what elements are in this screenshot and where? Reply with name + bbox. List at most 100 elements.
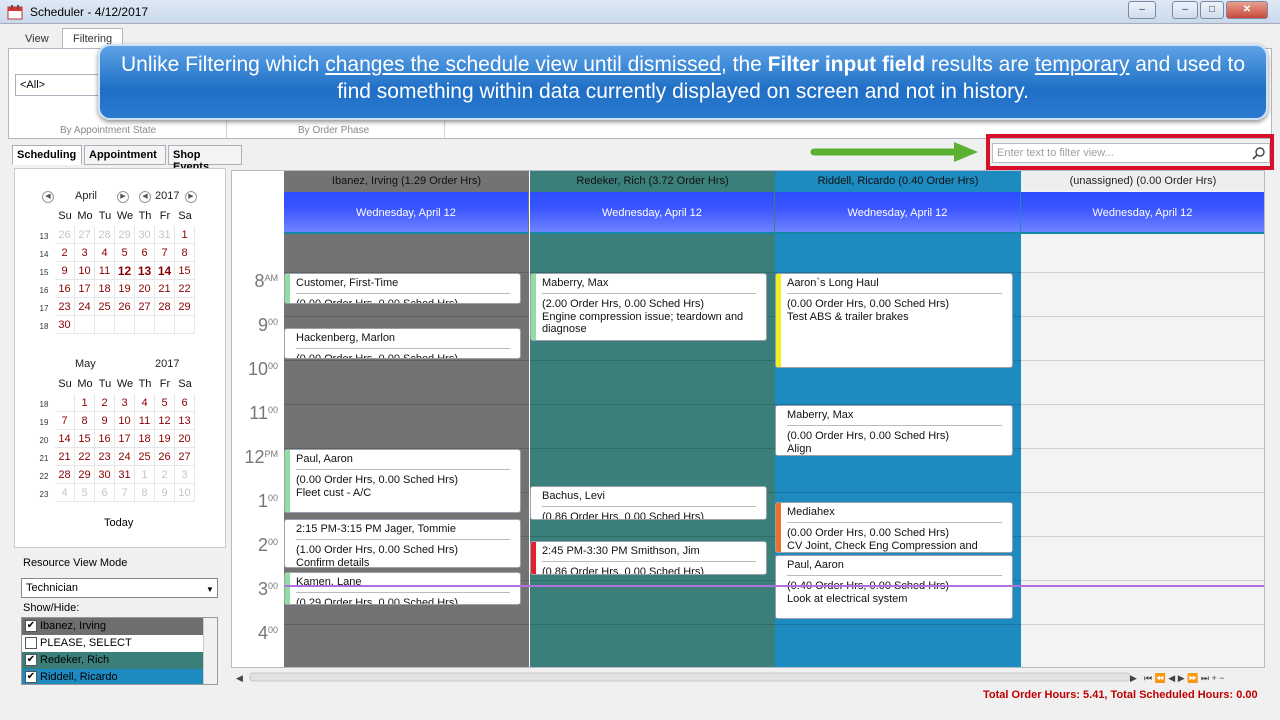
appointment-card[interactable]: Maberry, Max (2.00 Order Hrs, 0.00 Sched … xyxy=(530,273,767,342)
calendar-day[interactable]: 5 xyxy=(75,484,95,502)
checkbox[interactable] xyxy=(25,637,37,649)
appointment-card[interactable]: Mediahex (0.00 Order Hrs, 0.00 Sched Hrs)… xyxy=(775,501,1013,553)
calendar-day[interactable] xyxy=(135,316,155,334)
restore-button[interactable]: □ xyxy=(1200,1,1224,19)
calendar-day[interactable]: 20 xyxy=(135,280,155,298)
checkbox[interactable]: ✔ xyxy=(25,654,37,666)
resource-column[interactable]: (unassigned) (0.00 Order Hrs) Wednesday, … xyxy=(1021,171,1264,667)
calendar-day[interactable]: 30 xyxy=(135,226,155,244)
calendar-day[interactable]: 9 xyxy=(155,484,175,502)
next-year-button[interactable]: ▶ xyxy=(185,191,197,203)
tab-shop-events[interactable]: Shop Events xyxy=(168,145,242,173)
calendar-day[interactable]: 23 xyxy=(95,448,115,466)
tab-scheduling[interactable]: Scheduling xyxy=(12,145,82,165)
calendar-day[interactable]: 15 xyxy=(75,430,95,448)
calendar-day[interactable]: 14 xyxy=(55,430,75,448)
calendar-day[interactable]: 7 xyxy=(115,484,135,502)
appointment-card[interactable]: 2:15 PM-3:15 PM Jager, Tommie (1.00 Order… xyxy=(284,519,521,568)
appointment-card[interactable]: Bachus, Levi (0.86 Order Hrs, 0.00 Sched … xyxy=(530,486,767,520)
calendar-day[interactable]: 2 xyxy=(95,394,115,412)
calendar-day[interactable]: 10 xyxy=(175,484,195,502)
calendar-day[interactable]: 9 xyxy=(55,262,75,280)
calendar-day[interactable]: 21 xyxy=(155,280,175,298)
calendar-day[interactable] xyxy=(55,394,75,412)
calendar-day[interactable]: 27 xyxy=(135,298,155,316)
calendar-day[interactable]: 7 xyxy=(55,412,75,430)
calendar-day[interactable]: 4 xyxy=(55,484,75,502)
calendar-day[interactable]: 21 xyxy=(55,448,75,466)
calendar-day[interactable]: 6 xyxy=(135,244,155,262)
calendar-day[interactable]: 26 xyxy=(155,448,175,466)
appointment-card[interactable]: Paul, Aaron (0.00 Order Hrs, 0.00 Sched H… xyxy=(284,449,521,513)
calendar-day[interactable]: 16 xyxy=(95,430,115,448)
showhide-item[interactable]: PLEASE, SELECT xyxy=(22,635,203,652)
calendar-day[interactable]: 1 xyxy=(175,226,195,244)
appointment-card[interactable]: Maberry, Max (0.00 Order Hrs, 0.00 Sched … xyxy=(775,405,1013,456)
calendar-day[interactable] xyxy=(75,316,95,334)
close-button[interactable]: ✕ xyxy=(1226,1,1268,19)
calendar-day[interactable]: 12 xyxy=(155,412,175,430)
calendar-day[interactable]: 1 xyxy=(75,394,95,412)
filter-combo[interactable]: <All> xyxy=(15,74,105,96)
horizontal-scrollbar[interactable]: ◀ ▶ ⏮ ⏪ ◀ ▶ ⏩ ⏭ + − xyxy=(232,670,1264,684)
appointment-card[interactable]: Aaron`s Long Haul (0.00 Order Hrs, 0.00 S… xyxy=(775,273,1013,368)
calendar-day[interactable]: 28 xyxy=(55,466,75,484)
calendar-day[interactable]: 4 xyxy=(95,244,115,262)
calendar-day[interactable]: 29 xyxy=(175,298,195,316)
showhide-list[interactable]: ✔ Ibanez, Irving PLEASE, SELECT ✔ Redeker, R… xyxy=(21,617,218,685)
calendar-day[interactable]: 6 xyxy=(95,484,115,502)
filter-input[interactable] xyxy=(992,143,1270,163)
calendar-day[interactable]: 20 xyxy=(175,430,195,448)
calendar-day[interactable]: 11 xyxy=(95,262,115,280)
appointment-card[interactable]: Customer, First-Time (0.00 Order Hrs, 0.0… xyxy=(284,273,521,304)
calendar-day[interactable]: 23 xyxy=(55,298,75,316)
calendar-day[interactable]: 25 xyxy=(135,448,155,466)
appointment-card[interactable]: Hackenberg, Marlon (0.00 Order Hrs, 0.00 … xyxy=(284,328,521,359)
calendar-day[interactable]: 3 xyxy=(115,394,135,412)
calendar-day[interactable]: 17 xyxy=(115,430,135,448)
calendar-day[interactable]: 6 xyxy=(175,394,195,412)
calendar-day[interactable]: 26 xyxy=(55,226,75,244)
calendar-day[interactable]: 30 xyxy=(95,466,115,484)
calendar-day[interactable]: 27 xyxy=(175,448,195,466)
resource-view-mode-select[interactable]: Technician xyxy=(21,578,218,598)
calendar-day[interactable]: 9 xyxy=(95,412,115,430)
calendar-day[interactable]: 19 xyxy=(155,430,175,448)
today-button[interactable]: Today xyxy=(104,517,133,529)
minimize-app-button[interactable]: – xyxy=(1172,1,1198,19)
calendar-day[interactable]: 3 xyxy=(75,244,95,262)
calendar-day[interactable]: 4 xyxy=(135,394,155,412)
calendar-day[interactable]: 10 xyxy=(75,262,95,280)
resource-column[interactable]: Redeker, Rich (3.72 Order Hrs) Wednesday,… xyxy=(530,171,775,667)
showhide-item[interactable]: ✔ Ibanez, Irving xyxy=(22,618,203,635)
calendar-day[interactable]: 25 xyxy=(95,298,115,316)
prev-year-button[interactable]: ◀ xyxy=(139,191,151,203)
calendar-day[interactable]: 13 xyxy=(135,262,155,280)
calendar-day[interactable]: 26 xyxy=(115,298,135,316)
calendar-day[interactable]: 12 xyxy=(115,262,135,280)
calendar-day[interactable]: 18 xyxy=(135,430,155,448)
calendar-day[interactable]: 24 xyxy=(75,298,95,316)
calendar-day[interactable] xyxy=(155,316,175,334)
minimize-button[interactable]: – xyxy=(1128,1,1156,19)
prev-month-button[interactable]: ◀ xyxy=(42,191,54,203)
calendar-day[interactable]: 31 xyxy=(115,466,135,484)
checkbox[interactable]: ✔ xyxy=(25,620,37,632)
calendar-day[interactable]: 2 xyxy=(155,466,175,484)
calendar-day[interactable]: 31 xyxy=(155,226,175,244)
calendar-day[interactable]: 29 xyxy=(75,466,95,484)
calendar-day[interactable]: 17 xyxy=(75,280,95,298)
calendar-day[interactable]: 2 xyxy=(55,244,75,262)
appointment-card[interactable]: Kamen, Lane (0.29 Order Hrs, 0.00 Sched H… xyxy=(284,572,521,606)
calendar-day[interactable]: 22 xyxy=(75,448,95,466)
calendar-day[interactable]: 13 xyxy=(175,412,195,430)
calendar-day[interactable]: 19 xyxy=(115,280,135,298)
calendar-day[interactable]: 8 xyxy=(175,244,195,262)
calendar-day[interactable]: 11 xyxy=(135,412,155,430)
resource-column[interactable]: Ibanez, Irving (1.29 Order Hrs) Wednesday… xyxy=(284,171,529,667)
showhide-item[interactable]: ✔ Riddell, Ricardo xyxy=(22,669,203,684)
appointment-card[interactable]: 2:45 PM-3:30 PM Smithson, Jim (0.86 Order… xyxy=(530,541,767,575)
calendar-day[interactable]: 10 xyxy=(115,412,135,430)
calendar-day[interactable] xyxy=(175,316,195,334)
calendar-day[interactable]: 5 xyxy=(115,244,135,262)
